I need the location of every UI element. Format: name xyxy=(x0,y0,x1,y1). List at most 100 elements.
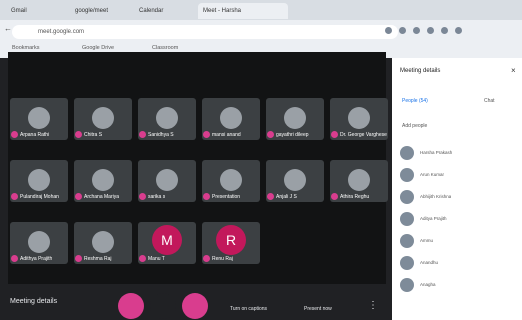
tab-people[interactable]: People (54) xyxy=(402,98,428,104)
participant-name: Athira Reghu xyxy=(340,194,370,200)
tab-chat[interactable]: Chat xyxy=(484,98,495,104)
participant-tile[interactable]: Sanidhya S xyxy=(138,98,196,140)
list-item[interactable]: Aditya Prajith xyxy=(400,210,518,228)
participant-tile[interactable]: Presentation xyxy=(202,160,260,202)
mic-off-icon xyxy=(203,255,210,262)
mic-off-icon xyxy=(11,131,18,138)
participant-tile[interactable]: Pulandiraj Mohan xyxy=(10,160,68,202)
avatar xyxy=(348,169,370,191)
participant-tile[interactable]: mansi anand xyxy=(202,98,260,140)
list-item[interactable]: Abhijith Krishna xyxy=(400,188,518,206)
sidebar-title: Meeting details xyxy=(400,68,441,74)
mic-off-icon xyxy=(267,131,274,138)
participant-name: gayathri dileep xyxy=(276,132,309,138)
participant-tile[interactable]: Archana Mariya xyxy=(74,160,132,202)
mic-off-icon xyxy=(75,255,82,262)
back-icon[interactable]: ← xyxy=(4,24,12,33)
browser-tab[interactable]: google/meet xyxy=(70,3,138,19)
list-item[interactable]: Ammu xyxy=(400,232,518,250)
avatar xyxy=(28,231,50,253)
avatar xyxy=(284,107,306,129)
participant-name: Presentation xyxy=(212,194,241,200)
browser-chrome: Gmail google/meet Calendar Meet - Harsha… xyxy=(0,0,522,58)
mic-off-icon xyxy=(75,193,82,200)
participant-name: Reshma Raj xyxy=(84,256,112,262)
mic-off-icon xyxy=(203,193,210,200)
browser-tab-active[interactable]: Meet - Harsha xyxy=(198,3,288,19)
avatar: R xyxy=(216,225,246,255)
participant-tile[interactable]: Athira Reghu xyxy=(330,160,388,202)
extension-icon[interactable] xyxy=(385,27,392,34)
avatar xyxy=(92,169,114,191)
avatar xyxy=(28,107,50,129)
browser-tab[interactable]: Gmail xyxy=(6,3,74,19)
participant-name: mansi anand xyxy=(212,132,241,138)
list-item[interactable]: Anandhu xyxy=(400,254,518,272)
profile-icon[interactable] xyxy=(455,27,462,34)
browser-tab[interactable]: Calendar xyxy=(134,3,202,19)
participant-tile[interactable]: M Manu T xyxy=(138,222,196,264)
list-item[interactable]: Anagha xyxy=(400,276,518,294)
close-icon[interactable]: × xyxy=(511,66,516,75)
mic-off-icon xyxy=(331,131,338,138)
extension-icon[interactable] xyxy=(399,27,406,34)
avatar xyxy=(156,169,178,191)
avatar xyxy=(400,190,414,204)
mic-off-icon xyxy=(11,193,18,200)
mic-off-icon xyxy=(11,255,18,262)
avatar xyxy=(400,212,414,226)
participant-tile[interactable]: Reshma Raj xyxy=(74,222,132,264)
extension-icon[interactable] xyxy=(427,27,434,34)
avatar xyxy=(92,231,114,253)
participant-name: Aditya Prajith xyxy=(420,216,447,221)
mic-off-icon xyxy=(75,131,82,138)
hangup-button[interactable] xyxy=(150,293,176,319)
participant-tile[interactable]: R Renu Raj xyxy=(202,222,260,264)
present-now-button[interactable]: Present now xyxy=(304,306,332,312)
avatar xyxy=(220,169,242,191)
tab-bar: Gmail google/meet Calendar Meet - Harsha xyxy=(0,0,522,20)
participant-name: sarika s xyxy=(148,194,166,200)
list-item[interactable]: Harsha Prakash xyxy=(400,144,518,162)
participant-name: Pulandiraj Mohan xyxy=(20,194,59,200)
address-bar[interactable]: meet.google.com xyxy=(12,25,398,39)
mic-button[interactable] xyxy=(118,293,144,319)
participant-tile[interactable]: Anjali J S xyxy=(266,160,324,202)
add-people-button[interactable]: Add people xyxy=(402,123,427,129)
participant-tile[interactable]: Arpana Rathi xyxy=(10,98,68,140)
extension-icon[interactable] xyxy=(441,27,448,34)
participant-name: Arun Kumar xyxy=(420,172,445,177)
mic-off-icon xyxy=(331,193,338,200)
extension-icons xyxy=(385,27,520,37)
participant-tile[interactable]: Dr. George Varghese xyxy=(330,98,388,140)
mic-off-icon xyxy=(139,131,146,138)
mic-off-icon xyxy=(267,193,274,200)
extension-icon[interactable] xyxy=(413,27,420,34)
avatar xyxy=(400,256,414,270)
participant-tile[interactable]: Adithya Prajith xyxy=(10,222,68,264)
avatar xyxy=(348,107,370,129)
avatar xyxy=(28,169,50,191)
mic-off-icon xyxy=(203,131,210,138)
participant-name: Manu T xyxy=(148,256,165,262)
avatar xyxy=(400,278,414,292)
participant-tile[interactable]: gayathri dileep xyxy=(266,98,324,140)
captions-button[interactable]: Turn on captions xyxy=(230,306,267,312)
participant-name: Anandhu xyxy=(420,260,439,265)
participant-name: Abhijith Krishna xyxy=(420,194,452,199)
participant-tile[interactable]: Chitra S xyxy=(74,98,132,140)
participant-name: Sanidhya S xyxy=(148,132,174,138)
meeting-details-button[interactable]: Meeting details xyxy=(10,298,57,305)
avatar xyxy=(220,107,242,129)
more-options-icon[interactable]: ⋮ xyxy=(368,300,378,311)
participant-tile[interactable]: sarika s xyxy=(138,160,196,202)
avatar xyxy=(400,234,414,248)
avatar xyxy=(156,107,178,129)
camera-button[interactable] xyxy=(182,293,208,319)
participant-name: Anjali J S xyxy=(276,194,297,200)
list-item[interactable]: Arun Kumar xyxy=(400,166,518,184)
meeting-sidebar: Meeting details × People (54) Chat Add p… xyxy=(392,58,522,320)
participant-name: Harsha Prakash xyxy=(420,150,453,155)
participant-name: Anagha xyxy=(420,282,436,287)
avatar: M xyxy=(152,225,182,255)
